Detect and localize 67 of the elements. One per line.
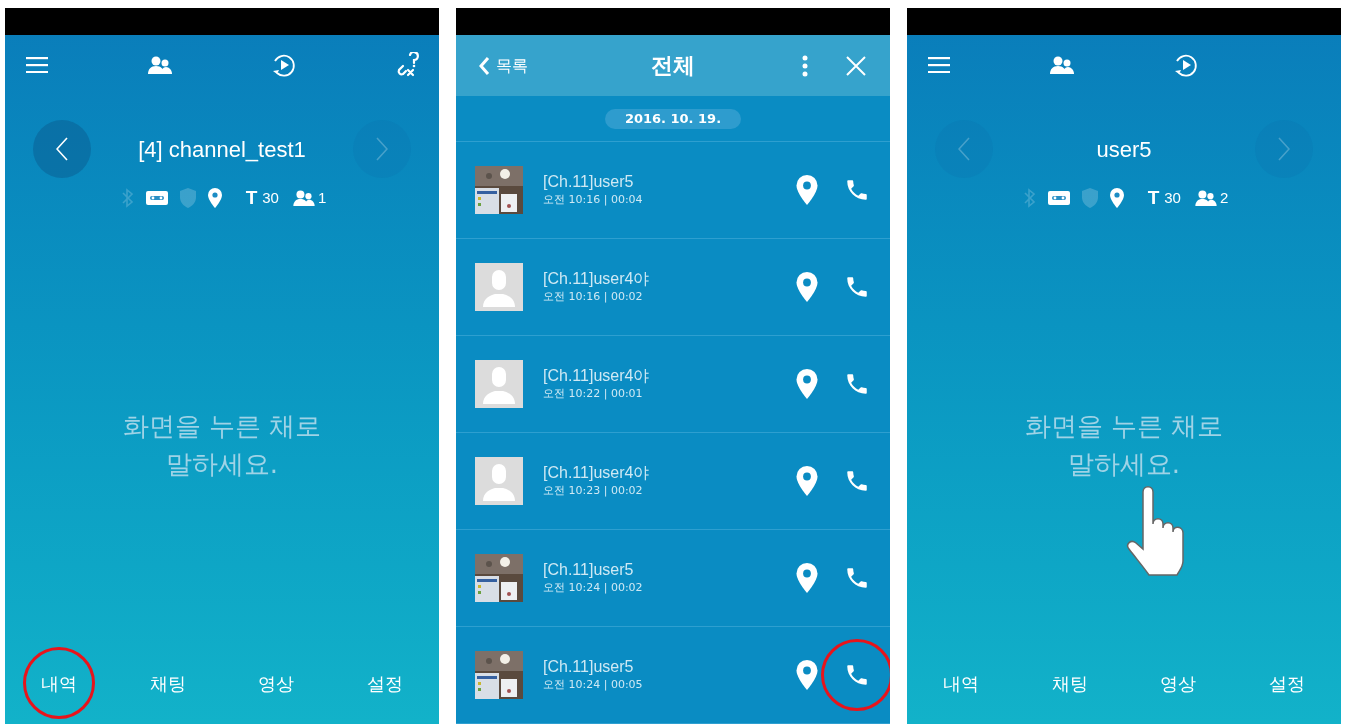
bottom-tab[interactable]: 영상 [1158, 669, 1199, 697]
call-history-row[interactable]: [Ch.11]user5 오전 10:16 | 00:04 [456, 142, 890, 239]
text-size-icon: T [245, 183, 258, 213]
channel-title: user5 [1096, 135, 1152, 164]
call-time: 오전 10:16 | 00:02 [543, 289, 644, 305]
close-icon[interactable] [846, 55, 866, 76]
text-size-value: 30 [262, 187, 279, 208]
call-time: 오전 10:23 | 00:02 [543, 483, 644, 499]
location-pin-icon[interactable] [796, 563, 818, 593]
call-time: 오전 10:22 | 00:01 [543, 386, 644, 402]
location-pin-icon[interactable] [796, 272, 818, 302]
press-to-talk-hint: 화면을 누른 채로 말하세요. [122, 410, 322, 481]
call-history-row[interactable]: [Ch.11]user5 오전 10:24 | 00:05 [456, 627, 890, 724]
bottom-tab[interactable]: 설정 [364, 669, 405, 697]
channel-title: [4] channel_test1 [138, 135, 306, 164]
location-pin-icon[interactable] [796, 660, 818, 690]
phone-icon[interactable] [844, 177, 870, 203]
caller-name: [Ch.11]user4야 [543, 366, 650, 386]
avatar-placeholder [475, 360, 523, 408]
bottom-tab[interactable]: 설정 [1266, 669, 1307, 697]
phone-icon[interactable] [844, 371, 870, 397]
back-button[interactable]: 목록 [478, 53, 528, 78]
member-count: 2 [1219, 187, 1229, 208]
members-icon [292, 190, 315, 206]
chevron-right-icon [376, 137, 388, 161]
bottom-tab[interactable]: 채팅 [147, 669, 188, 697]
text-size-icon: T [1147, 183, 1160, 213]
chevron-right-icon [1278, 137, 1290, 161]
members-icon[interactable] [1050, 56, 1075, 74]
call-time: 오전 10:24 | 00:02 [543, 580, 643, 596]
chevron-left-icon [56, 137, 68, 161]
caller-name: [Ch.11]user4야 [543, 269, 650, 289]
phone-icon[interactable] [844, 274, 870, 300]
phone-icon[interactable] [844, 565, 870, 591]
call-time: 오전 10:24 | 00:05 [543, 677, 643, 693]
caller-name: [Ch.11]user5 [543, 560, 635, 580]
press-to-talk-hint: 화면을 누른 채로 말하세요. [1024, 410, 1224, 481]
more-options-icon[interactable] [802, 54, 808, 77]
caller-name: [Ch.11]user5 [543, 172, 635, 192]
phone-icon[interactable] [844, 468, 870, 494]
chevron-left-icon [958, 137, 970, 161]
members-icon [1194, 190, 1217, 206]
date-pill: 2016. 10. 19. [604, 108, 742, 129]
chevron-left-icon [478, 55, 490, 76]
avatar-placeholder [475, 263, 523, 311]
bottom-tab[interactable]: 영상 [256, 669, 297, 697]
bottom-tab[interactable]: 내역 [941, 669, 981, 697]
call-history-row[interactable]: [Ch.11]user4야 오전 10:16 | 00:02 [456, 239, 890, 336]
menu-icon[interactable] [928, 57, 950, 73]
call-time: 오전 10:16 | 00:04 [543, 192, 643, 208]
call-history-row[interactable]: [Ch.11]user4야 오전 10:22 | 00:01 [456, 336, 890, 433]
location-pin-icon[interactable] [796, 369, 818, 399]
bottom-tab[interactable]: 채팅 [1049, 669, 1090, 697]
location-pin-icon[interactable] [796, 466, 818, 496]
member-count: 1 [317, 187, 327, 208]
location-pin-icon[interactable] [796, 175, 818, 205]
caller-name: [Ch.11]user4야 [543, 463, 650, 483]
call-history-row[interactable]: [Ch.11]user5 오전 10:24 | 00:02 [456, 530, 890, 627]
bottom-tab[interactable]: 내역 [39, 669, 79, 697]
screen-title: 전체 [651, 52, 695, 80]
text-size-value: 30 [1164, 187, 1181, 208]
caller-name: [Ch.11]user5 [543, 657, 635, 677]
phone-icon[interactable] [844, 662, 870, 688]
menu-icon[interactable] [26, 57, 48, 73]
members-icon[interactable] [148, 56, 173, 74]
avatar-placeholder [475, 457, 523, 505]
call-history-row[interactable]: [Ch.11]user4야 오전 10:23 | 00:02 [456, 433, 890, 530]
